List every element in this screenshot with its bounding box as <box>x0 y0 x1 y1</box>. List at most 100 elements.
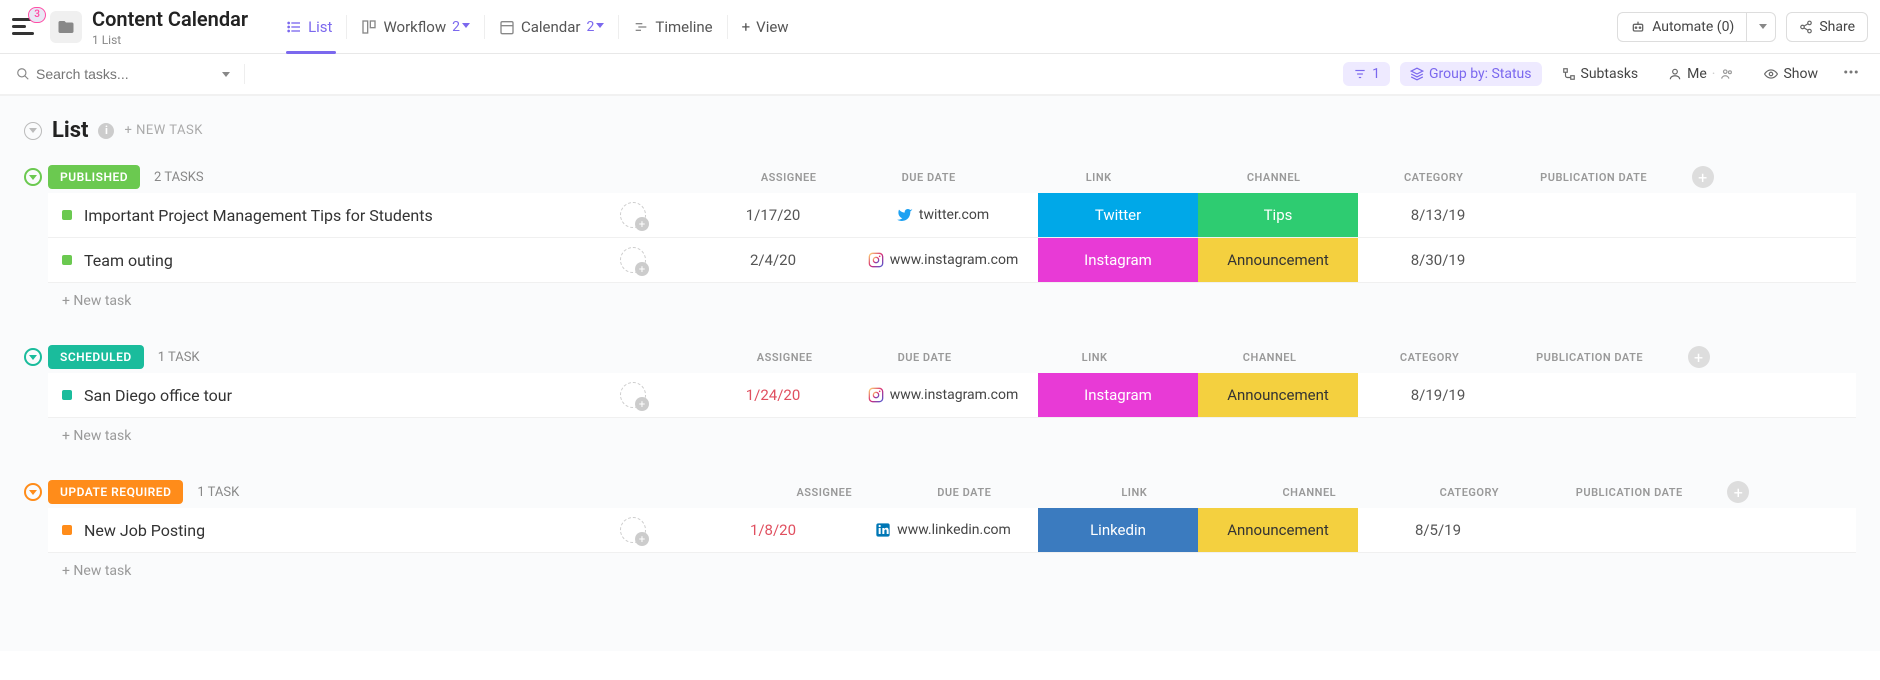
col-pub-date: PUBLICATION DATE <box>1514 171 1674 184</box>
task-name-cell[interactable]: New Job Posting <box>48 521 568 540</box>
list-title: List <box>52 118 88 143</box>
chevron-down-icon[interactable] <box>222 72 230 77</box>
assignee-add-icon[interactable] <box>620 247 646 273</box>
due-date-cell[interactable]: 2/4/20 <box>698 251 848 269</box>
filter-count-label: 1 <box>1372 66 1380 82</box>
tab-calendar-label: Calendar <box>521 18 581 36</box>
col-assignee: ASSIGNEE <box>720 351 850 364</box>
assignee-add-icon[interactable] <box>620 382 646 408</box>
automate-dropdown[interactable] <box>1746 12 1776 42</box>
layers-icon <box>1410 67 1424 81</box>
channel-tag[interactable]: Linkedin <box>1038 508 1198 552</box>
task-name-cell[interactable]: Important Project Management Tips for St… <box>48 206 568 225</box>
group-count: 2 TASKS <box>154 170 204 185</box>
status-dot[interactable] <box>62 255 72 265</box>
task-row[interactable]: San Diego office tour 1/24/20 www.instag… <box>48 373 1856 418</box>
task-name: New Job Posting <box>84 521 205 540</box>
more-button[interactable] <box>1838 59 1864 89</box>
link-cell[interactable]: www.linkedin.com <box>848 522 1038 538</box>
category-tag[interactable]: Tips <box>1198 193 1358 237</box>
show-button[interactable]: Show <box>1754 62 1828 86</box>
add-column-button[interactable]: + <box>1688 346 1710 368</box>
task-row[interactable]: New Job Posting 1/8/20 www.linkedin.com … <box>48 508 1856 553</box>
tab-timeline[interactable]: Timeline <box>619 0 726 53</box>
group-collapse-toggle[interactable] <box>24 348 42 366</box>
publication-date-cell[interactable]: 8/30/19 <box>1358 251 1518 269</box>
col-due-date: DUE DATE <box>889 486 1039 499</box>
add-column-button[interactable]: + <box>1727 481 1749 503</box>
group-label[interactable]: SCHEDULED <box>48 345 144 369</box>
new-task-row[interactable]: + New task <box>24 283 1856 313</box>
list-header: List i + NEW TASK <box>24 108 1856 161</box>
group-published: PUBLISHED 2 TASKS ASSIGNEE DUE DATE LINK… <box>24 161 1856 313</box>
channel-tag[interactable]: Instagram <box>1038 238 1198 282</box>
chevron-down-icon <box>462 23 470 31</box>
assignee-add-icon[interactable] <box>620 202 646 228</box>
link-cell[interactable]: www.instagram.com <box>848 252 1038 268</box>
group-label[interactable]: PUBLISHED <box>48 165 140 189</box>
search-input[interactable] <box>36 66 206 82</box>
tab-workflow[interactable]: Workflow 2 <box>347 0 484 53</box>
filter-count-button[interactable]: 1 <box>1343 62 1390 86</box>
me-button[interactable]: Me · <box>1658 62 1744 86</box>
link-cell[interactable]: www.instagram.com <box>848 387 1038 403</box>
task-name: Team outing <box>84 251 173 270</box>
assignee-cell[interactable] <box>568 517 698 543</box>
category-tag[interactable]: Announcement <box>1198 373 1358 417</box>
assignee-cell[interactable] <box>568 382 698 408</box>
new-task-top[interactable]: + NEW TASK <box>124 123 202 138</box>
assignee-cell[interactable] <box>568 247 698 273</box>
publication-date-cell[interactable]: 8/19/19 <box>1358 386 1518 404</box>
groupby-button[interactable]: Group by: Status <box>1400 62 1541 86</box>
publication-date-cell[interactable]: 8/5/19 <box>1358 521 1518 539</box>
tab-calendar-count[interactable]: 2 <box>587 19 605 35</box>
assignee-add-icon[interactable] <box>620 517 646 543</box>
new-task-row[interactable]: + New task <box>24 553 1856 583</box>
category-tag[interactable]: Announcement <box>1198 508 1358 552</box>
subtasks-button[interactable]: Subtasks <box>1552 62 1649 86</box>
status-dot[interactable] <box>62 210 72 220</box>
share-button[interactable]: Share <box>1786 12 1868 42</box>
publication-date-cell[interactable]: 8/13/19 <box>1358 206 1518 224</box>
filter-icon <box>1353 67 1367 81</box>
search-wrap[interactable] <box>16 66 230 82</box>
info-icon[interactable]: i <box>98 123 114 139</box>
board-icon <box>361 19 377 35</box>
menu-button[interactable]: 3 <box>12 13 40 41</box>
tab-list-label: List <box>308 18 332 36</box>
add-view-button[interactable]: + View <box>728 18 803 36</box>
menu-badge: 3 <box>28 7 46 23</box>
status-dot[interactable] <box>62 390 72 400</box>
channel-tag[interactable]: Twitter <box>1038 193 1198 237</box>
channel-tag[interactable]: Instagram <box>1038 373 1198 417</box>
group-collapse-toggle[interactable] <box>24 168 42 186</box>
page-subtitle: 1 List <box>92 33 248 47</box>
task-name-cell[interactable]: Team outing <box>48 251 568 270</box>
group-collapse-toggle[interactable] <box>24 483 42 501</box>
task-row[interactable]: Team outing 2/4/20 www.instagram.com Ins… <box>48 238 1856 283</box>
col-channel: CHANNEL <box>1229 486 1389 499</box>
page-title: Content Calendar <box>92 7 248 31</box>
due-date-cell[interactable]: 1/24/20 <box>698 386 848 404</box>
new-task-row[interactable]: + New task <box>24 418 1856 448</box>
col-due-date: DUE DATE <box>854 171 1004 184</box>
assignee-cell[interactable] <box>568 202 698 228</box>
task-name-cell[interactable]: San Diego office tour <box>48 386 568 405</box>
top-bar: 3 Content Calendar 1 List List Workflow … <box>0 0 1880 54</box>
task-row[interactable]: Important Project Management Tips for St… <box>48 193 1856 238</box>
tab-workflow-count[interactable]: 2 <box>452 19 470 35</box>
automate-button[interactable]: Automate (0) <box>1617 12 1746 42</box>
status-dot[interactable] <box>62 525 72 535</box>
link-cell[interactable]: twitter.com <box>848 207 1038 223</box>
due-date-cell[interactable]: 1/17/20 <box>698 206 848 224</box>
list-collapse-toggle[interactable] <box>24 122 42 140</box>
due-date-cell[interactable]: 1/8/20 <box>698 521 848 539</box>
category-tag[interactable]: Announcement <box>1198 238 1358 282</box>
tab-list[interactable]: List <box>272 0 346 53</box>
twitter-icon <box>897 207 913 223</box>
add-column-button[interactable]: + <box>1692 166 1714 188</box>
group-count: 1 TASK <box>158 350 200 365</box>
col-link: LINK <box>1000 351 1190 364</box>
tab-calendar[interactable]: Calendar 2 <box>485 0 618 53</box>
group-label[interactable]: UPDATE REQUIRED <box>48 480 183 504</box>
